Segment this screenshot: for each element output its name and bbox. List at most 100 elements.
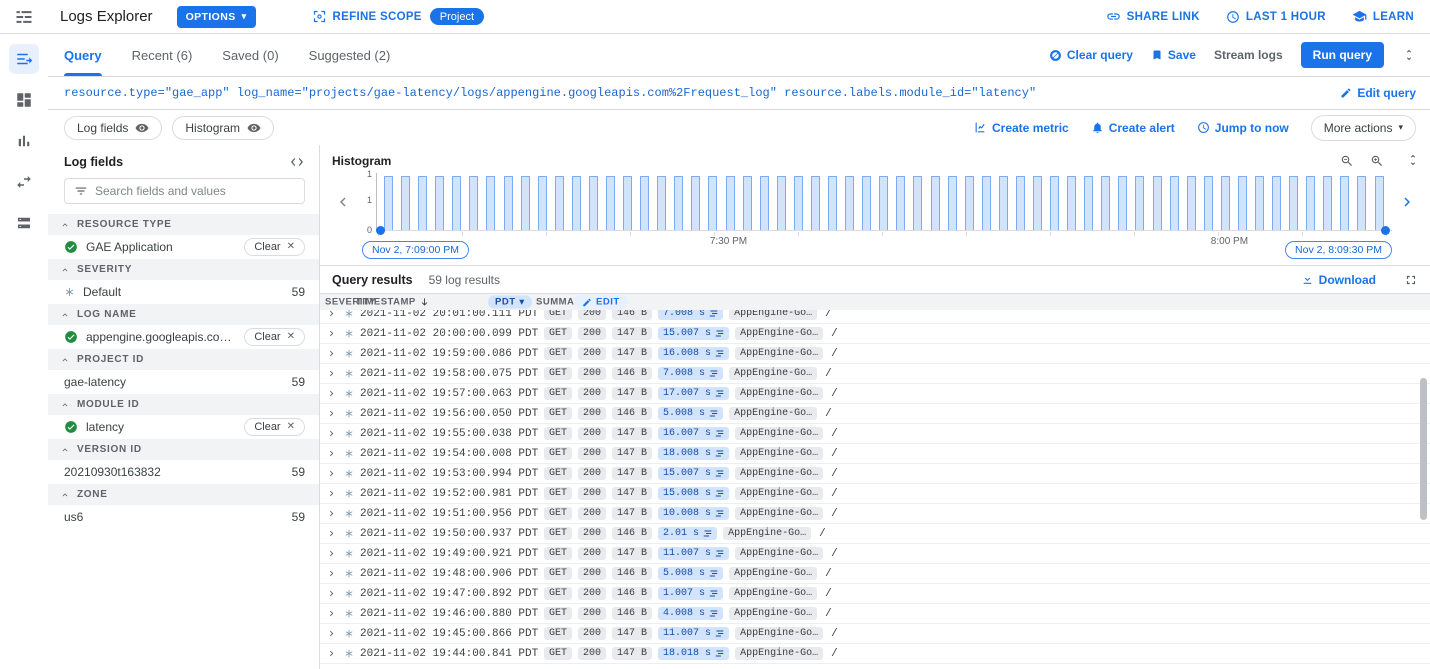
expand-chevron-icon[interactable] — [324, 528, 338, 539]
field-section-header[interactable]: MODULE ID — [48, 394, 319, 415]
log-entry-row[interactable]: 2021-11-02 19:50:00.937 PDT GET 200 146 … — [320, 524, 1430, 544]
learn-button[interactable]: LEARN — [1352, 9, 1414, 24]
log-entry-row[interactable]: 2021-11-02 19:58:00.075 PDT GET 200 146 … — [320, 364, 1430, 384]
expand-chevron-icon[interactable] — [324, 448, 338, 459]
more-actions-button[interactable]: More actions ▾ — [1311, 115, 1416, 141]
cloud-logging-logo-icon[interactable] — [14, 7, 34, 27]
log-entry-row[interactable]: 2021-11-02 19:49:00.921 PDT GET 200 147 … — [320, 544, 1430, 564]
collapse-panel-icon[interactable] — [289, 156, 305, 168]
logs-router-icon[interactable] — [9, 167, 39, 197]
log-entry-row[interactable]: 2021-11-02 19:45:00.866 PDT GET 200 147 … — [320, 624, 1430, 644]
expand-chevron-icon[interactable] — [324, 388, 338, 399]
run-query-button[interactable]: Run query — [1301, 42, 1384, 68]
search-input[interactable] — [95, 184, 295, 198]
range-end-pill[interactable]: Nov 2, 8:09:30 PM — [1285, 241, 1392, 259]
expand-chevron-icon[interactable] — [324, 628, 338, 639]
tab-query[interactable]: Query — [64, 34, 102, 76]
expand-chevron-icon[interactable] — [324, 648, 338, 659]
download-button[interactable]: Download — [1301, 273, 1376, 287]
log-entry-row[interactable]: 2021-11-02 19:54:00.008 PDT GET 200 147 … — [320, 444, 1430, 464]
query-text[interactable]: resource.type="gae_app" log_name="projec… — [64, 86, 1036, 100]
edit-query-button[interactable]: Edit query — [1328, 86, 1416, 100]
create-metric-button[interactable]: Create metric — [974, 121, 1069, 135]
expand-chevron-icon[interactable] — [324, 568, 338, 579]
logs-explorer-icon[interactable] — [9, 44, 39, 74]
fullscreen-icon[interactable] — [1404, 273, 1418, 287]
log-entry-row[interactable]: 2021-11-02 19:52:00.981 PDT GET 200 147 … — [320, 484, 1430, 504]
log-fields-chip[interactable]: Log fields — [64, 116, 162, 140]
field-value-row[interactable]: gae-latency 59 — [48, 370, 319, 394]
field-section-header[interactable]: RESOURCE TYPE — [48, 214, 319, 235]
log-entry-row[interactable]: 2021-11-02 19:44:00.841 PDT GET 200 147 … — [320, 644, 1430, 664]
log-based-metrics-icon[interactable] — [9, 126, 39, 156]
tab-suggested[interactable]: Suggested (2) — [309, 34, 391, 76]
field-section-header[interactable]: VERSION ID — [48, 439, 319, 460]
refine-scope-button[interactable]: REFINE SCOPE — [312, 9, 422, 24]
log-entry-row[interactable]: 2021-11-02 19:56:00.050 PDT GET 200 146 … — [320, 404, 1430, 424]
field-value-row[interactable]: latency Clear ✕ — [48, 415, 319, 439]
log-entry-row[interactable]: 2021-11-02 19:48:00.906 PDT GET 200 146 … — [320, 564, 1430, 584]
expand-chevron-icon[interactable] — [324, 548, 338, 559]
field-value-row[interactable]: Default 59 — [48, 280, 319, 304]
pan-right-button[interactable] — [1396, 173, 1418, 231]
project-scope-badge[interactable]: Project — [430, 8, 484, 25]
log-entry-row[interactable]: 2021-11-02 19:46:00.880 PDT GET 200 146 … — [320, 604, 1430, 624]
field-value-row[interactable]: appengine.googleapis.com/requ… Clear ✕ — [48, 325, 319, 349]
edit-summary-button[interactable]: EDIT — [574, 295, 628, 310]
save-button[interactable]: Save — [1151, 48, 1196, 62]
expand-chevron-icon[interactable] — [324, 608, 338, 619]
expand-chevron-icon[interactable] — [324, 428, 338, 439]
pan-left-button[interactable] — [332, 173, 354, 231]
logs-storage-icon[interactable] — [9, 208, 39, 238]
zoom-out-icon[interactable] — [1340, 154, 1354, 168]
log-entry-row[interactable]: 2021-11-02 19:55:00.038 PDT GET 200 147 … — [320, 424, 1430, 444]
clear-filter-button[interactable]: Clear ✕ — [244, 328, 305, 346]
logs-dashboard-icon[interactable] — [9, 85, 39, 115]
log-entry-row[interactable]: 2021-11-02 19:57:00.063 PDT GET 200 147 … — [320, 384, 1430, 404]
log-entry-row[interactable]: 2021-11-02 20:01:00.111 PDT GET 200 146 … — [320, 310, 1430, 324]
log-entry-row[interactable]: 2021-11-02 19:51:00.956 PDT GET 200 147 … — [320, 504, 1430, 524]
header-actions: SHARE LINK LAST 1 HOUR LEARN — [1106, 9, 1414, 24]
field-section-header[interactable]: SEVERITY — [48, 259, 319, 280]
share-link-button[interactable]: SHARE LINK — [1106, 9, 1200, 24]
column-timestamp[interactable]: TIMESTAMP — [356, 297, 430, 308]
collapse-histogram-icon[interactable] — [1406, 153, 1420, 167]
expand-chevron-icon[interactable] — [324, 588, 338, 599]
options-button[interactable]: OPTIONS ▾ — [177, 6, 256, 28]
clear-filter-button[interactable]: Clear ✕ — [244, 418, 305, 436]
tab-recent[interactable]: Recent (6) — [132, 34, 193, 76]
field-value-row[interactable]: us6 59 — [48, 505, 319, 529]
log-entry-row[interactable]: 2021-11-02 19:59:00.086 PDT GET 200 147 … — [320, 344, 1430, 364]
clear-query-button[interactable]: Clear query — [1049, 48, 1133, 62]
field-value-row[interactable]: GAE Application Clear ✕ — [48, 235, 319, 259]
expand-chevron-icon[interactable] — [324, 348, 338, 359]
vertical-scrollbar[interactable] — [1420, 378, 1427, 520]
field-value-row[interactable]: 20210930t163832 59 — [48, 460, 319, 484]
range-start-handle[interactable] — [376, 226, 385, 235]
zoom-in-icon[interactable] — [1370, 154, 1384, 168]
create-alert-button[interactable]: Create alert — [1091, 121, 1175, 135]
tab-saved[interactable]: Saved (0) — [222, 34, 278, 76]
histogram-chip[interactable]: Histogram — [172, 116, 274, 140]
log-entry-row[interactable]: 2021-11-02 20:00:00.099 PDT GET 200 147 … — [320, 324, 1430, 344]
expand-chevron-icon[interactable] — [324, 488, 338, 499]
expand-chevron-icon[interactable] — [324, 310, 338, 319]
log-entry-row[interactable]: 2021-11-02 19:47:00.892 PDT GET 200 146 … — [320, 584, 1430, 604]
expand-chevron-icon[interactable] — [324, 368, 338, 379]
expand-chevron-icon[interactable] — [324, 468, 338, 479]
range-start-pill[interactable]: Nov 2, 7:09:00 PM — [362, 241, 469, 259]
clear-filter-button[interactable]: Clear ✕ — [244, 238, 305, 256]
log-entry-row[interactable]: 2021-11-02 19:53:00.994 PDT GET 200 147 … — [320, 464, 1430, 484]
collapse-query-icon[interactable] — [1402, 48, 1416, 62]
field-section-header[interactable]: PROJECT ID — [48, 349, 319, 370]
expand-chevron-icon[interactable] — [324, 408, 338, 419]
field-section-header[interactable]: ZONE — [48, 484, 319, 505]
time-range-button[interactable]: LAST 1 HOUR — [1226, 10, 1326, 24]
stream-logs-button[interactable]: Stream logs — [1214, 48, 1283, 62]
expand-chevron-icon[interactable] — [324, 508, 338, 519]
jump-to-now-button[interactable]: Jump to now — [1197, 121, 1289, 135]
field-section-header[interactable]: LOG NAME — [48, 304, 319, 325]
expand-chevron-icon[interactable] — [324, 328, 338, 339]
timezone-chip[interactable]: PDT ▾ — [488, 296, 532, 309]
range-end-handle[interactable] — [1381, 226, 1390, 235]
